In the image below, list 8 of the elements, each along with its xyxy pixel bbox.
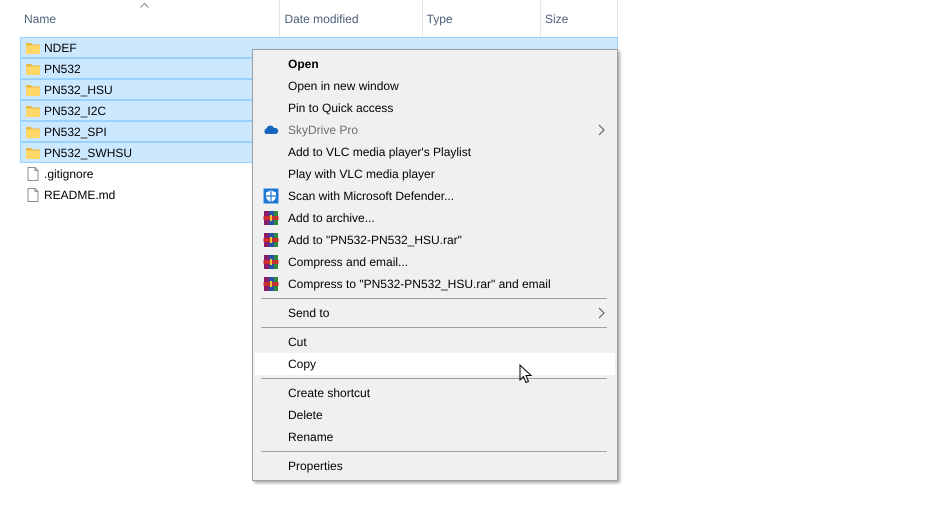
file-name: NDEF bbox=[43, 40, 77, 56]
file-name: PN532_SWHSU bbox=[43, 144, 132, 162]
file-name: PN532_I2C bbox=[43, 102, 106, 120]
file-name: PN532_HSU bbox=[43, 82, 113, 98]
file-name: README.md bbox=[43, 186, 116, 204]
file-name: .gitignore bbox=[43, 166, 94, 182]
file-name: PN532 bbox=[43, 60, 81, 78]
file-name: PN532_SPI bbox=[43, 124, 107, 140]
